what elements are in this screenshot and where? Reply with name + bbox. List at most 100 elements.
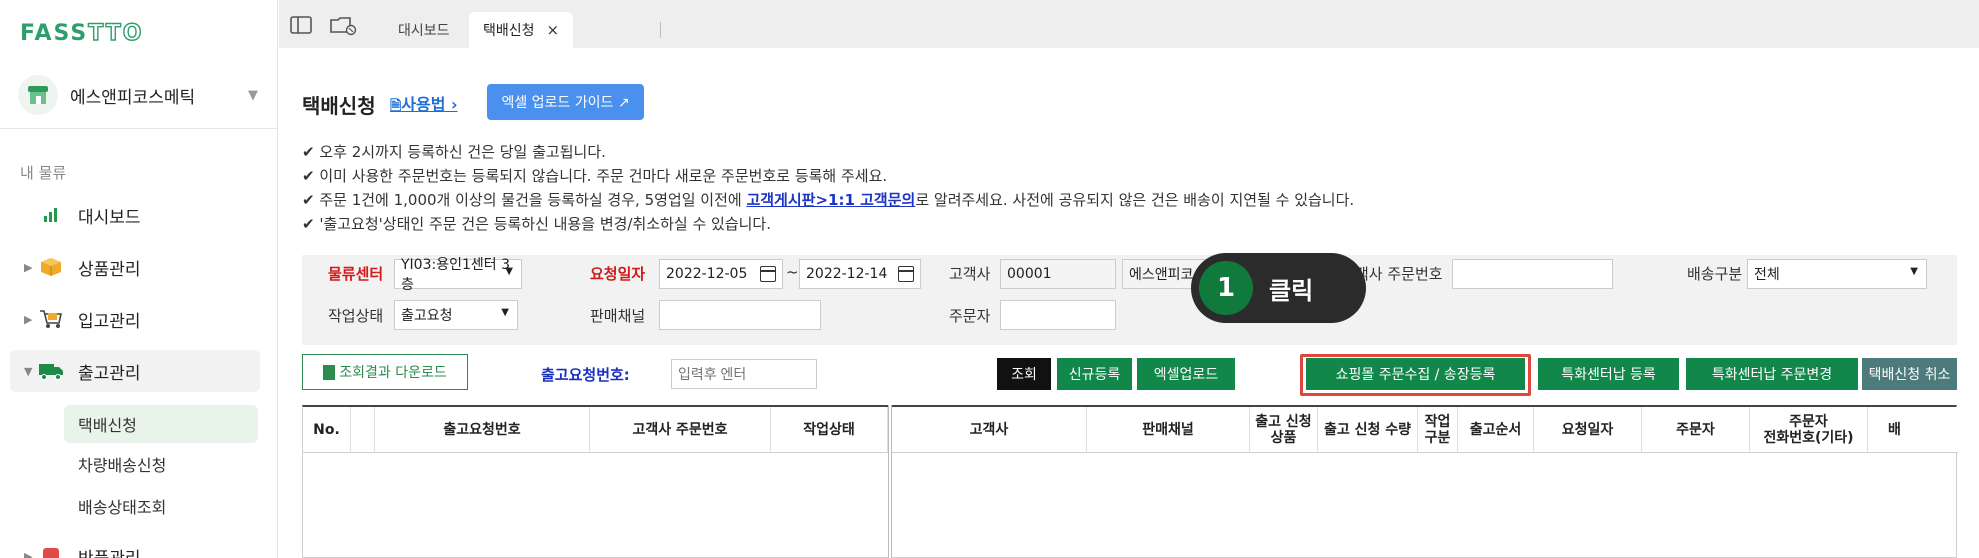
notice-line: ✔ 오후 2시까지 등록하신 건은 당일 출고됩니다. (302, 143, 606, 161)
sidebar-item-inbound[interactable]: ▶ 입고관리 (24, 301, 264, 337)
tab-parcel-request[interactable]: 택배신청 × (469, 12, 574, 48)
chevron-right-icon: › (445, 95, 458, 114)
col-order-seq[interactable]: 출고순서 (1458, 407, 1534, 453)
col-qty[interactable]: 출고 신청 수량 (1318, 407, 1418, 453)
col-no[interactable]: No. (303, 407, 351, 453)
cancel-request-button[interactable]: 택배신청 취소 (1862, 358, 1957, 390)
notice-line: ✔ 주문 1건에 1,000개 이상의 물건을 등록하실 경우, 5영업일 이전… (302, 191, 1355, 209)
truck-icon (38, 358, 64, 384)
date-separator: ~ (786, 263, 799, 281)
company-selector[interactable]: 에스앤피코스메틱 ▼ (18, 74, 258, 116)
store-icon (18, 75, 58, 115)
center-label: 물류센터 (328, 265, 384, 283)
sidebar-subitem-parcel-request[interactable]: 택배신청 (78, 406, 278, 442)
tab-label: 대시보드 (398, 23, 450, 39)
logo-text-a: FASS (20, 20, 89, 46)
box-icon (38, 254, 64, 280)
sidebar: FASS TTO 에스앤피코스메틱 ▼ 내 물류 대시보드 ▶ 상품관리 ▶ 입… (0, 0, 278, 558)
col-client[interactable]: 고객사 (892, 407, 1087, 453)
col-check[interactable] (351, 407, 375, 453)
col-orderer-phone[interactable]: 주문자 전화번호(기타) (1750, 407, 1868, 453)
dropdown-icon: ▼ (501, 307, 509, 318)
center-select[interactable]: YI03:용인1센터 3층 ▼ (394, 257, 522, 293)
col-status[interactable]: 작업상태 (771, 407, 888, 453)
ship-type-select[interactable]: 전체 ▼ (1747, 259, 1927, 289)
sidebar-toggle-icon[interactable] (290, 16, 314, 36)
col-request-date[interactable]: 요청일자 (1534, 407, 1642, 453)
search-button[interactable]: 조회 (997, 358, 1051, 390)
col-request-no[interactable]: 출고요청번호 (375, 407, 590, 453)
sidebar-item-label: 상품관리 (78, 259, 141, 280)
channel-input[interactable] (659, 300, 821, 330)
sidebar-item-label: 출고관리 (78, 363, 141, 384)
sidebar-item-dashboard[interactable]: 대시보드 (24, 197, 264, 233)
tab-bar: 대시보드 택배신청 × (279, 0, 1979, 48)
client-label: 고객사 (949, 265, 991, 283)
client-order-no-label: 객사 주문번호 (1355, 265, 1443, 283)
sidebar-subitem-delivery-status[interactable]: 배송상태조회 (78, 488, 278, 524)
excel-upload-button[interactable]: 엑셀업로드 (1137, 358, 1235, 390)
channel-label: 판매채널 (590, 307, 646, 325)
results-grid: No. 출고요청번호 고객사 주문번호 작업상태 고객사 판매채널 출고 신청 … (302, 405, 1958, 558)
special-center-change-button[interactable]: 특화센터납 주문변경 (1686, 358, 1858, 390)
section-label: 내 물류 (20, 164, 67, 182)
col-product[interactable]: 출고 신청 상품 (1250, 407, 1318, 453)
notice-line: ✔ '출고요청'상태인 주문 건은 등록하신 내용을 변경/취소하실 수 있습니… (302, 215, 771, 233)
sidebar-item-outbound[interactable]: ▼ 출고관리 (24, 353, 264, 389)
tab-separator (660, 22, 661, 38)
grid-splitter[interactable] (888, 405, 892, 558)
document-icon: 🗎 (390, 98, 402, 114)
col-work-type[interactable]: 작업 구분 (1418, 407, 1458, 453)
request-no-label: 출고요청번호: (541, 366, 630, 384)
sidebar-subitem-vehicle-delivery[interactable]: 차량배송신청 (78, 446, 278, 482)
date-from-input[interactable]: 2022-12-05 (659, 259, 783, 289)
customer-inquiry-link[interactable]: 고객게시판>1:1 고객문의 (746, 191, 915, 209)
status-select[interactable]: 출고요청 ▼ (394, 300, 518, 330)
sidebar-divider (0, 128, 278, 129)
action-toolbar: 조회결과 다운로드 출고요청번호: 조회 신규등록 엑셀업로드 쇼핑몰 주문수집… (302, 354, 1957, 396)
col-client-order-no[interactable]: 고객사 주문번호 (590, 407, 771, 453)
usage-link[interactable]: 🗎사용법 › (390, 91, 458, 119)
new-register-button[interactable]: 신규등록 (1057, 358, 1132, 390)
status-label: 작업상태 (328, 307, 384, 325)
cart-icon (38, 306, 64, 332)
tab-dashboard[interactable]: 대시보드 (384, 12, 464, 48)
chevron-down-icon: ▼ (248, 88, 258, 103)
chevron-right-icon: ▶ (24, 312, 33, 326)
sidebar-item-products[interactable]: ▶ 상품관리 (24, 249, 264, 285)
highlight-frame (1300, 354, 1531, 396)
chevron-right-icon: ▶ (24, 260, 33, 274)
grid-header: No. 출고요청번호 고객사 주문번호 작업상태 고객사 판매채널 출고 신청 … (303, 407, 1958, 453)
orderer-input[interactable] (1000, 300, 1116, 330)
calendar-icon[interactable] (898, 266, 914, 282)
sidebar-item-label: 입고관리 (78, 311, 141, 332)
orderer-label: 주문자 (949, 307, 991, 325)
date-to-input[interactable]: 2022-12-14 (799, 259, 921, 289)
main-content: 택배신청 🗎사용법 › 엑셀 업로드 가이드 ↗ ✔ 오후 2시까지 등록하신 … (279, 48, 1979, 558)
col-delivery[interactable]: 배 (1868, 407, 1958, 453)
logo[interactable]: FASS TTO (20, 20, 143, 46)
sidebar-item-returns[interactable]: ▶ 반품관리 (24, 538, 264, 558)
bar-chart-icon (38, 202, 64, 228)
col-orderer[interactable]: 주문자 (1642, 407, 1750, 453)
notice-list: ✔ 오후 2시까지 등록하신 건은 당일 출고됩니다. ✔ 이미 사용한 주문번… (302, 140, 1354, 236)
special-center-register-button[interactable]: 특화센터납 등록 (1538, 358, 1679, 390)
subitem-label: 차량배송신청 (78, 456, 167, 475)
folder-settings-icon[interactable] (330, 16, 357, 36)
request-no-input[interactable] (671, 359, 817, 389)
step-text: 클릭 (1269, 276, 1314, 305)
client-order-no-input[interactable] (1452, 259, 1613, 289)
logo-text-b: TTO (88, 20, 144, 46)
subitem-label: 택배신청 (78, 416, 137, 435)
step-callout: 1 클릭 (1191, 253, 1366, 323)
step-number: 1 (1199, 261, 1253, 315)
chevron-right-icon: ▶ (24, 549, 33, 558)
download-results-button[interactable]: 조회결과 다운로드 (302, 354, 468, 390)
close-icon[interactable]: × (547, 21, 560, 39)
sidebar-item-label: 대시보드 (78, 207, 141, 228)
excel-guide-button[interactable]: 엑셀 업로드 가이드 ↗ (487, 84, 644, 120)
calendar-icon[interactable] (760, 266, 776, 282)
col-channel[interactable]: 판매채널 (1087, 407, 1250, 453)
chevron-down-icon: ▼ (24, 364, 33, 378)
dropdown-icon: ▼ (1910, 266, 1918, 277)
